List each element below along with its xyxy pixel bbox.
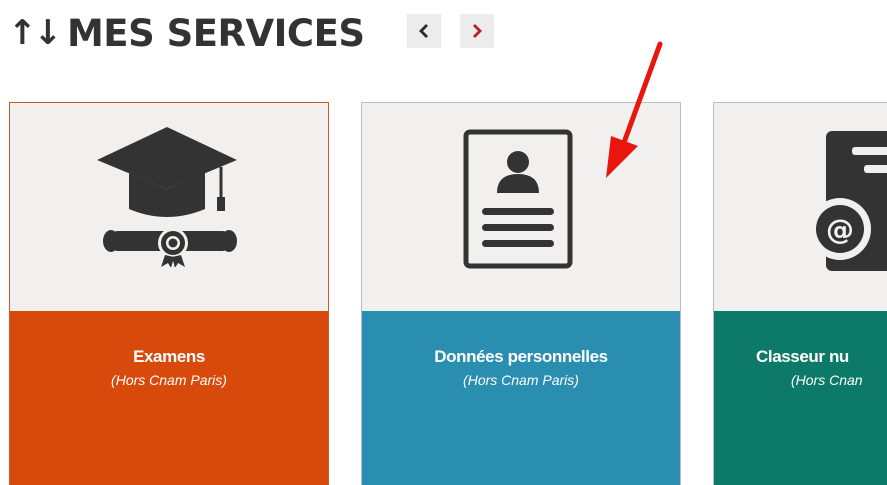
card-icon-area: @ (714, 103, 887, 311)
profile-document-icon (463, 129, 573, 269)
card-color-area: Classeur nu (Hors Cnan (714, 311, 887, 485)
chevron-right-icon (473, 24, 482, 38)
previous-button[interactable] (407, 14, 441, 48)
card-color-area: Examens (Hors Cnam Paris) (10, 311, 328, 485)
card-title[interactable]: Examens (10, 347, 328, 367)
service-card-classeur[interactable]: @ Classeur nu (Hors Cnan (713, 102, 887, 485)
card-title[interactable]: Données personnelles (362, 347, 680, 367)
services-header: ↑↓ MES SERVICES (8, 8, 365, 58)
svg-text:@: @ (826, 213, 854, 246)
email-document-icon: @ (809, 131, 887, 271)
graduation-cap-diploma-icon (97, 127, 237, 267)
next-button[interactable] (460, 14, 494, 48)
card-icon-area (10, 103, 328, 311)
red-arrow-icon (606, 41, 663, 178)
chevron-left-icon (419, 24, 428, 38)
page-title: MES SERVICES (66, 11, 365, 55)
service-card-examens[interactable]: Examens (Hors Cnam Paris) (9, 102, 329, 485)
sort-arrows-icon[interactable]: ↑↓ (8, 16, 62, 50)
card-color-area: Données personnelles (Hors Cnam Paris) (362, 311, 680, 485)
card-subtitle: (Hors Cnan (791, 372, 863, 388)
card-subtitle: (Hors Cnam Paris) (463, 372, 579, 388)
card-subtitle: (Hors Cnam Paris) (111, 372, 227, 388)
card-title[interactable]: Classeur nu (756, 347, 887, 367)
